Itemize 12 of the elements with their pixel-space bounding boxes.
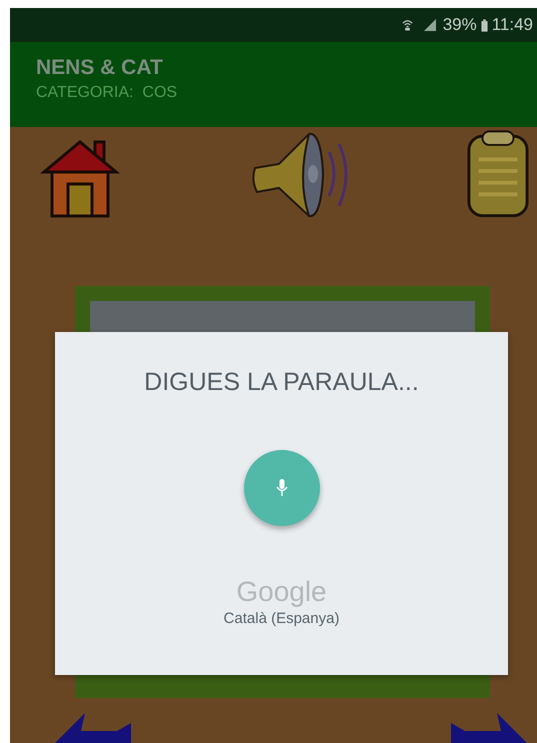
- dialog-prompt: DIGUES LA PARAULA...: [144, 368, 419, 397]
- category-label: CATEGORIA: COS: [36, 84, 178, 102]
- home-icon[interactable]: [40, 138, 120, 218]
- clock: 11:49: [492, 15, 533, 35]
- signal-icon: [422, 18, 437, 32]
- battery-icon: [480, 18, 488, 32]
- wifi-icon: [402, 18, 413, 32]
- microphone-icon: [276, 479, 288, 497]
- clipboard-icon[interactable]: [467, 130, 529, 218]
- battery-percent: 39%: [442, 15, 477, 35]
- language-label: Català (Espanya): [224, 610, 340, 627]
- app-title: NENS & CAT: [36, 56, 164, 80]
